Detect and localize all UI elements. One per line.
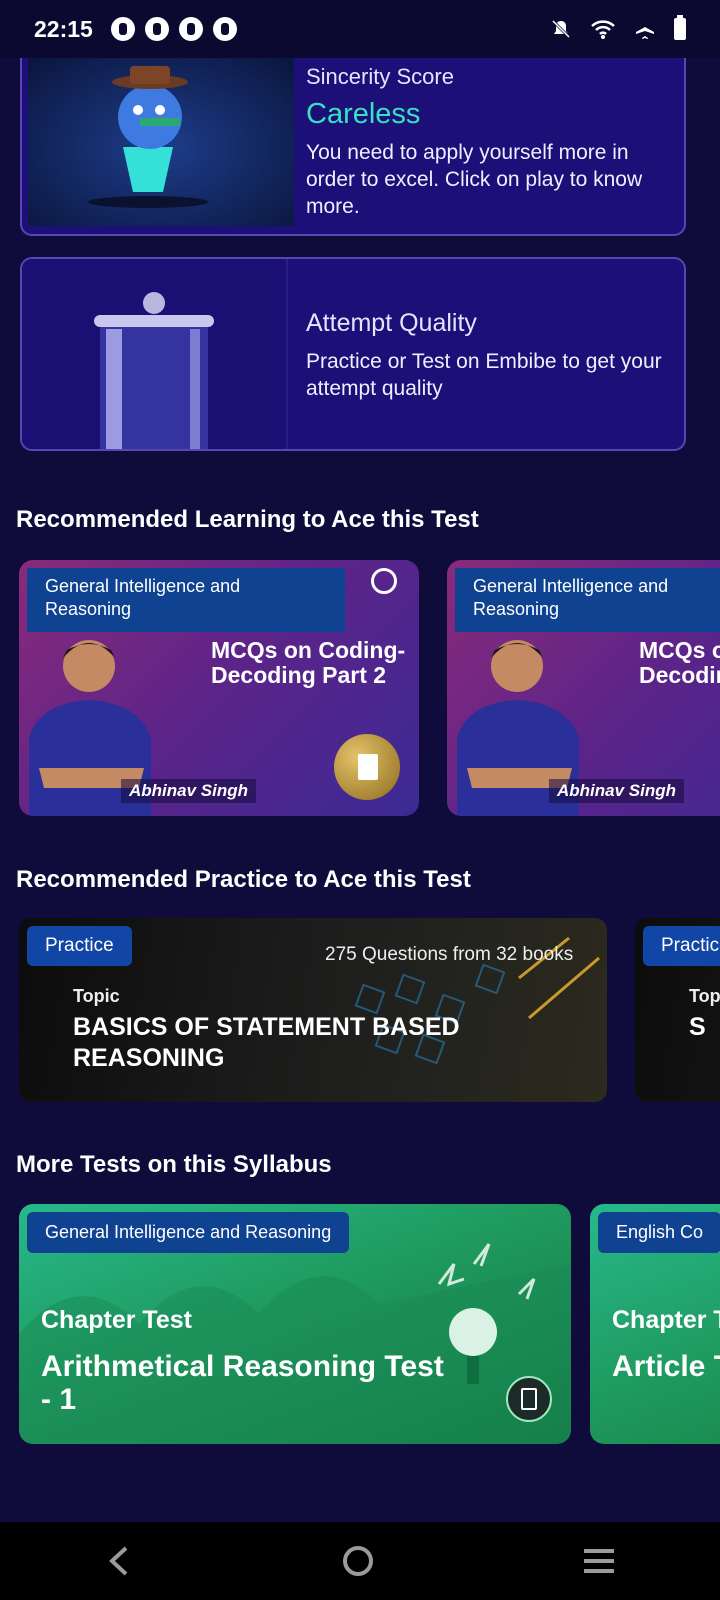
notification-icon [212,17,237,41]
score-text: Sincerity Score Careless You need to app… [306,64,664,220]
tests-carousel[interactable]: General Intelligence and Reasoning Chapt… [0,1204,720,1446]
battery-icon [674,15,686,40]
jar-thumbnail [22,259,288,449]
notification-icon [178,17,203,41]
test-name: Arithmetical Reasoning Test - 1 [41,1350,444,1416]
subject-tag: General Intelligence and Reasoning [455,568,720,632]
score-label: Sincerity Score [306,64,454,89]
mascot-thumbnail [28,52,294,226]
topic-label: Topic [689,986,720,1006]
learning-title: MCQs on Coding-Decoding [639,637,720,688]
score-description: You need to apply yourself more in order… [306,141,643,218]
notification-icon [110,17,135,41]
wifi-icon [591,20,615,39]
section-title-practice: Recommended Practice to Ace this Test [16,866,471,893]
author-name: Abhinav Singh [549,779,684,803]
learning-card[interactable]: General Intelligence and Reasoning MCQs … [19,560,419,816]
subject-tag: General Intelligence and Reasoning [27,1212,350,1253]
practice-tag: Practice [643,926,720,966]
author-name: Abhinav Singh [121,779,256,803]
navigation-bar [0,1522,720,1600]
practice-carousel[interactable]: Practice 275 Questions from 32 books Top… [0,918,720,1104]
learning-title: MCQs on Coding-Decoding Part 2 [211,637,406,688]
practice-card[interactable]: Practice Topic S [635,918,720,1102]
mute-icon [551,19,571,39]
section-title-learning: Recommended Learning to Ace this Test [16,506,479,533]
embibe-logo-icon [371,568,397,594]
attempt-description: Practice or Test on Embibe to get your a… [306,350,662,400]
test-type: Chapter Test [612,1306,720,1334]
learning-card[interactable]: General Intelligence and Reasoning MCQs … [447,560,720,816]
test-card[interactable]: English Co Chapter Test Article Test - [590,1204,720,1444]
status-bar: 22:15 [0,0,720,58]
practice-card[interactable]: Practice 275 Questions from 32 books Top… [19,918,607,1102]
sincerity-score-card[interactable]: Sincerity Score Careless You need to app… [20,44,686,236]
lightbulb-art [449,1308,497,1356]
question-count: 275 Questions from 32 books [325,944,574,965]
topic-title: S [689,1013,706,1041]
back-icon[interactable] [104,1544,134,1578]
subject-tag: General Intelligence and Reasoning [27,568,345,632]
home-icon[interactable] [341,1544,375,1578]
attempt-quality-card[interactable]: Attempt Quality Practice or Test on Embi… [20,257,686,451]
attempt-text: Attempt Quality Practice or Test on Embi… [306,309,664,402]
practice-tag: Practice [27,926,132,966]
test-type: Chapter Test [41,1306,192,1334]
test-paper-icon [506,1376,552,1422]
score-value: Careless [306,98,421,130]
notification-icon [144,17,169,41]
book-icon [334,734,400,800]
airplane-icon [636,19,654,39]
test-card[interactable]: General Intelligence and Reasoning Chapt… [19,1204,571,1444]
subject-tag: English Co [598,1212,720,1253]
test-name: Article Test - [612,1350,720,1383]
status-time: 22:15 [34,15,93,42]
attempt-label: Attempt Quality [306,309,477,337]
system-icons [550,15,686,40]
learning-carousel[interactable]: General Intelligence and Reasoning MCQs … [0,560,720,818]
topic-title: BASICS OF STATEMENT BASED REASONING [73,1013,460,1072]
menu-icon[interactable] [582,1546,616,1576]
topic-label: Topic [73,986,120,1006]
section-title-tests: More Tests on this Syllabus [16,1151,332,1178]
